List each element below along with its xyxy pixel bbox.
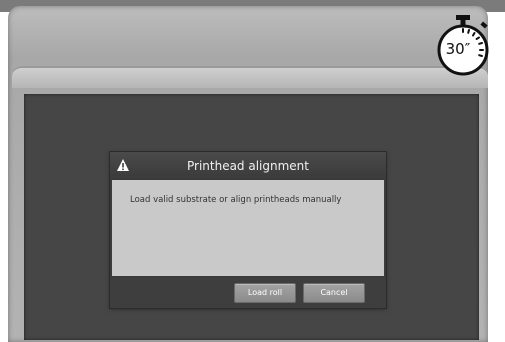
dialog-body: Load valid substrate or align printheads…	[112, 180, 384, 276]
cancel-button[interactable]: Cancel	[303, 283, 365, 303]
dialog-title: Printhead alignment	[186, 159, 309, 173]
device-bezel-ridge	[12, 66, 488, 88]
printhead-alignment-dialog: Printhead alignment Load valid substrate…	[110, 152, 386, 308]
dialog-message: Load valid substrate or align printheads…	[130, 195, 342, 205]
dialog-header: Printhead alignment	[110, 152, 386, 180]
dialog-footer: Load roll Cancel	[110, 278, 386, 308]
background-edge	[488, 70, 505, 342]
timer-label: 30″	[445, 40, 471, 58]
load-roll-button[interactable]: Load roll	[234, 283, 296, 303]
